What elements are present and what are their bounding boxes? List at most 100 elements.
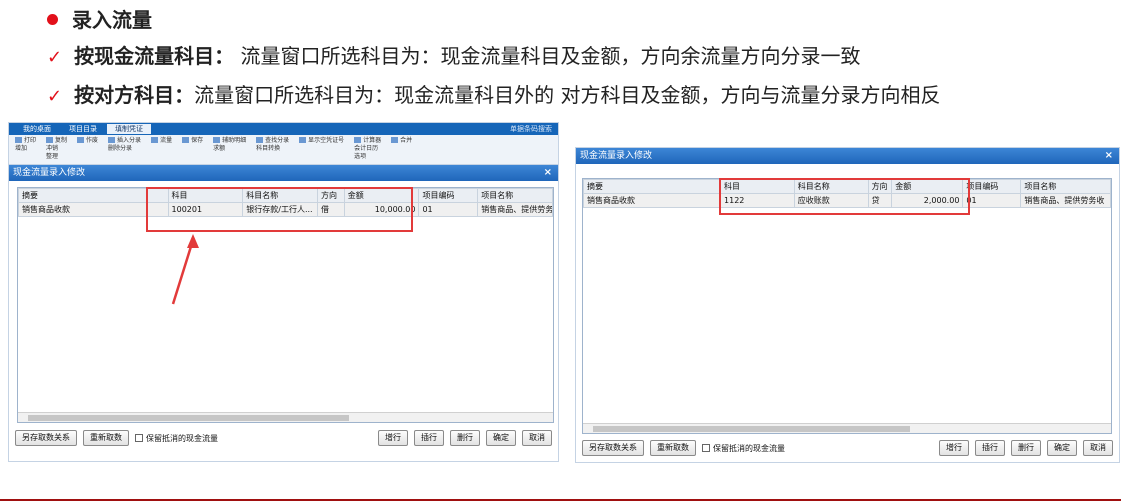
cell-account[interactable]: 100201 [167,202,244,217]
cell-project-code[interactable]: 01 [418,202,479,217]
dialog-title-bar: 现金流量录入修改 × [576,148,1119,164]
dialog-button-bar: 另存取数关系 重新取数 保留抵消的现金流量 增行 插行 删行 确定 取消 [582,439,1113,457]
col-project-code: 项目编码 [962,179,1022,194]
cell-account-name[interactable]: 应收账款 [793,193,869,208]
table-row[interactable]: 销售商品收款 100201 银行存款/工行人... 借 10,000.00 01… [18,202,553,217]
table-row[interactable]: 销售商品收款 1122 应收账款 贷 2,000.00 01 销售商品、提供劳务… [582,193,1111,208]
insert-row-button[interactable]: 插行 [414,430,444,446]
toolbar-col-10[interactable]: 计算器 会计日历 选项 [354,137,381,161]
refetch-button[interactable]: 重新取数 [83,430,129,446]
save-fetch-relation-button[interactable]: 另存取数关系 [582,440,644,456]
cash-flow-grid: 摘要 科目 科目名称 方向 金额 项目编码 项目名称 销售商品收款 1122 应… [582,178,1112,434]
toolbar-col-5[interactable]: 流量 [151,137,172,145]
cell-amount[interactable]: 2,000.00 [891,193,964,208]
empty-voucher-icon [299,137,307,143]
tab-fill-voucher[interactable]: 填制凭证 [107,124,151,134]
col-project-code: 项目编码 [418,188,479,203]
grid-header-row: 摘要 科目 科目名称 方向 金额 项目编码 项目名称 [18,188,553,203]
col-account: 科目 [167,188,244,203]
col-summary: 摘要 [582,179,722,194]
cancel-button[interactable]: 取消 [522,430,552,446]
refetch-button[interactable]: 重新取数 [650,440,696,456]
cell-account-name[interactable]: 银行存款/工行人... [242,202,319,217]
tab-project-catalog[interactable]: 项目目录 [61,124,105,134]
ok-button[interactable]: 确定 [1047,440,1077,456]
cell-amount[interactable]: 10,000.00 [343,202,420,217]
close-icon[interactable]: × [544,165,552,181]
toolbar-col-9[interactable]: 显示空凭证号 [299,137,344,145]
save-fetch-relation-button[interactable]: 另存取数关系 [15,430,77,446]
ok-button[interactable]: 确定 [486,430,516,446]
delete-row-button[interactable]: 删行 [450,430,480,446]
horizontal-scrollbar[interactable] [18,412,553,422]
cancel-button[interactable]: 取消 [1083,440,1113,456]
checkbox-label: 保留抵消的现金流量 [146,433,218,443]
dialog-button-bar: 另存取数关系 重新取数 保留抵消的现金流量 增行 插行 删行 确定 取消 [15,429,552,447]
toolbar-col-8[interactable]: 查找分录 科目转换 [256,137,289,153]
point-cash-flow-account: ✓ 按现金流量科目： 流量窗口所选科目为：现金流量科目及金额，方向余流量方向分录一… [47,44,861,68]
detail-icon [213,137,221,143]
cell-direction[interactable]: 贷 [867,193,893,208]
checkmark-icon: ✓ [47,86,63,107]
red-dot-icon [47,14,58,25]
cell-summary[interactable]: 销售商品收款 [582,193,722,208]
checkbox-box[interactable] [135,434,143,442]
insert-row-button[interactable]: 插行 [975,440,1005,456]
keep-offset-checkbox[interactable]: 保留抵消的现金流量 [702,443,785,454]
cell-direction[interactable]: 借 [317,202,345,217]
toolbar-col-4[interactable]: 插入分录 删除分录 [108,137,141,153]
close-icon[interactable]: × [1105,148,1113,164]
cell-project-name[interactable]: 销售商品、提供劳务收 [1020,193,1111,208]
col-direction: 方向 [317,188,345,203]
col-amount: 金额 [891,179,964,194]
toolbar-col-7[interactable]: 辅助明细 求额 [213,137,246,153]
col-project-name: 项目名称 [477,188,553,203]
checkmark-icon: ✓ [47,47,63,68]
tab-desktop[interactable]: 我的桌面 [15,124,59,134]
grid-header-row: 摘要 科目 科目名称 方向 金额 项目编码 项目名称 [582,179,1111,194]
section-heading: 录入流量 [47,4,152,33]
toolbar-col-6[interactable]: 保存 [182,137,203,145]
cell-summary[interactable]: 销售商品收款 [18,202,169,217]
void-icon [77,137,85,143]
calculator-icon [354,137,362,143]
col-account: 科目 [720,179,795,194]
red-arrow-icon [171,234,199,305]
right-screenshot: 现金流量录入修改 × 摘要 科目 科目名称 方向 金额 项目编码 项目名称 销售… [575,147,1120,463]
col-direction: 方向 [867,179,893,194]
dialog-title-bar: 现金流量录入修改 × [9,165,558,181]
add-row-button[interactable]: 增行 [939,440,969,456]
toolbar-col-11[interactable]: 合并 [391,137,412,145]
horizontal-scrollbar[interactable] [583,423,1111,433]
scrollbar-thumb[interactable] [593,426,910,432]
cash-flow-grid: 摘要 科目 科目名称 方向 金额 项目编码 项目名称 销售商品收款 100201… [17,187,554,423]
col-amount: 金额 [343,188,420,203]
merge-icon [391,137,399,143]
delete-row-button[interactable]: 删行 [1011,440,1041,456]
toolbar-col-3[interactable]: 作废 [77,137,98,145]
toolbar-col-2[interactable]: 复制 冲销 整理 [46,137,67,161]
copy-icon [46,137,54,143]
barcode-search[interactable]: 单据条码搜索 [510,124,558,134]
left-screenshot: 我的桌面 项目目录 填制凭证 单据条码搜索 打印 增加 复制 冲销 整理 作废 插入分… [8,122,559,462]
col-account-name: 科目名称 [242,188,319,203]
save-icon [182,137,190,143]
point-opposite-account: ✓ 按对方科目：流量窗口所选科目为：现金流量科目外的 对方科目及金额，方向与流量分… [47,83,941,107]
toolbar-col-1[interactable]: 打印 增加 [15,137,36,153]
find-icon [256,137,264,143]
print-icon [15,137,22,143]
app-tabs: 我的桌面 项目目录 填制凭证 单据条码搜索 [9,123,558,135]
cell-project-name[interactable]: 销售商品、提供劳务收 [477,202,553,217]
add-row-button[interactable]: 增行 [378,430,408,446]
checkbox-box[interactable] [702,444,710,452]
col-account-name: 科目名称 [793,179,869,194]
cell-project-code[interactable]: 01 [962,193,1022,208]
scrollbar-thumb[interactable] [28,415,349,421]
col-summary: 摘要 [18,188,169,203]
col-project-name: 项目名称 [1020,179,1111,194]
flow-icon [151,137,159,143]
voucher-toolbar: 打印 增加 复制 冲销 整理 作废 插入分录 删除分录 流量 保存 辅助明细 求额 查找分… [9,135,558,165]
insert-entry-icon [108,137,116,143]
cell-account[interactable]: 1122 [720,193,795,208]
keep-offset-checkbox[interactable]: 保留抵消的现金流量 [135,433,218,444]
